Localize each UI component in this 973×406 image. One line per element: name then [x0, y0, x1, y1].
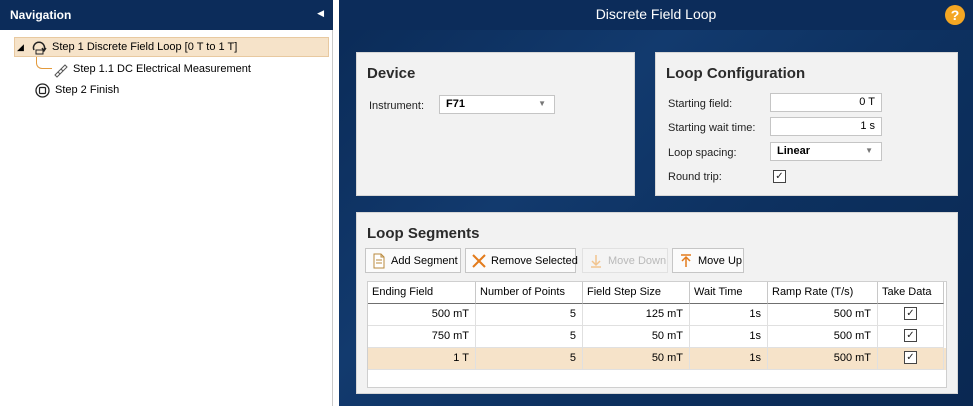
loop-segments-title: Loop Segments: [367, 225, 480, 242]
round-trip-checkbox[interactable]: ✓: [773, 170, 786, 183]
help-button[interactable]: ?: [945, 5, 965, 25]
navigation-header: Navigation ◀: [0, 0, 333, 30]
table-row-selected[interactable]: 1 T 5 50 mT 1s 500 mT ✓: [368, 348, 946, 370]
column-header-take-data[interactable]: Take Data: [878, 282, 944, 304]
tree-item-step2[interactable]: Step 2 Finish: [34, 80, 119, 100]
move-up-label: Move Up: [698, 254, 743, 267]
instrument-label: Instrument:: [369, 100, 425, 112]
tree-connector: [36, 55, 52, 69]
cell-ramp-rate[interactable]: 500 mT: [768, 304, 878, 326]
tree-item-label: Step 1 Discrete Field Loop [0 T to 1 T]: [52, 41, 238, 53]
round-trip-label: Round trip:: [668, 171, 722, 183]
arrow-down-icon: [588, 253, 604, 269]
starting-field-input[interactable]: 0 T: [770, 93, 882, 112]
move-down-label: Move Down: [608, 254, 667, 267]
instrument-select[interactable]: F71 ▼: [439, 95, 555, 114]
column-header-wait-time[interactable]: Wait Time: [690, 282, 768, 304]
loop-spacing-select[interactable]: Linear ▼: [770, 142, 882, 161]
loop-configuration-panel: Loop Configuration Starting field: 0 T S…: [655, 52, 958, 196]
navigation-title: Navigation: [10, 8, 72, 22]
move-up-button[interactable]: Move Up: [672, 248, 744, 273]
remove-selected-button[interactable]: Remove Selected: [465, 248, 578, 273]
column-header-ending-field[interactable]: Ending Field: [368, 282, 476, 304]
close-icon: [471, 253, 487, 269]
take-data-checkbox[interactable]: ✓: [904, 307, 917, 320]
cell-wait-time[interactable]: 1s: [690, 348, 768, 370]
chevron-down-icon: ▼: [538, 99, 546, 108]
page-title: Discrete Field Loop: [595, 6, 717, 22]
main-header: Discrete Field Loop ?: [339, 0, 973, 30]
cell-take-data: ✓: [878, 348, 944, 370]
move-down-button[interactable]: Move Down: [582, 248, 668, 273]
probe-icon: [52, 61, 69, 78]
tree-item-step1[interactable]: ◢ Step 1 Discrete Field Loop [0 T to 1 T…: [14, 37, 329, 57]
starting-wait-label: Starting wait time:: [668, 122, 756, 134]
add-segment-button[interactable]: Add Segment: [365, 248, 461, 273]
cell-field-step-size[interactable]: 50 mT: [583, 326, 690, 348]
cell-ramp-rate[interactable]: 500 mT: [768, 348, 878, 370]
device-panel: Device Instrument: F71 ▼: [356, 52, 635, 196]
finish-icon: [34, 82, 51, 99]
cell-ending-field[interactable]: 1 T: [368, 348, 476, 370]
chevron-down-icon: ▼: [865, 146, 873, 155]
add-segment-label: Add Segment: [391, 254, 458, 267]
table-row[interactable]: 500 mT 5 125 mT 1s 500 mT ✓: [368, 304, 946, 326]
starting-field-label: Starting field:: [668, 98, 733, 110]
tree-item-label: Step 1.1 DC Electrical Measurement: [73, 63, 251, 75]
take-data-checkbox[interactable]: ✓: [904, 351, 917, 364]
cell-wait-time[interactable]: 1s: [690, 326, 768, 348]
loop-spacing-label: Loop spacing:: [668, 147, 737, 159]
column-header-ramp-rate[interactable]: Ramp Rate (T/s): [768, 282, 878, 304]
cell-field-step-size[interactable]: 125 mT: [583, 304, 690, 326]
segments-table: Ending Field Number of Points Field Step…: [367, 281, 947, 388]
device-title: Device: [367, 65, 416, 82]
cell-number-of-points[interactable]: 5: [476, 304, 583, 326]
cell-wait-time[interactable]: 1s: [690, 304, 768, 326]
cell-number-of-points[interactable]: 5: [476, 326, 583, 348]
table-row[interactable]: 750 mT 5 50 mT 1s 500 mT ✓: [368, 326, 946, 348]
starting-wait-input[interactable]: 1 s: [770, 117, 882, 136]
main-area: Discrete Field Loop ? Device Instrument:…: [339, 0, 973, 406]
column-header-number-of-points[interactable]: Number of Points: [476, 282, 583, 304]
loop-segments-panel: Loop Segments Add Segment Remove Selecte…: [356, 212, 958, 394]
collapse-navigation-icon[interactable]: ◀: [317, 8, 324, 19]
loop-configuration-title: Loop Configuration: [666, 65, 806, 82]
cell-take-data: ✓: [878, 326, 944, 348]
cell-field-step-size[interactable]: 50 mT: [583, 348, 690, 370]
tree-item-label: Step 2 Finish: [55, 84, 120, 96]
loop-spacing-value: Linear: [777, 145, 811, 157]
cell-ramp-rate[interactable]: 500 mT: [768, 326, 878, 348]
cell-take-data: ✓: [878, 304, 944, 326]
cell-ending-field[interactable]: 750 mT: [368, 326, 476, 348]
cell-number-of-points[interactable]: 5: [476, 348, 583, 370]
take-data-checkbox[interactable]: ✓: [904, 329, 917, 342]
arrow-up-icon: [678, 253, 694, 269]
document-add-icon: [371, 253, 387, 269]
tree-item-step1-1[interactable]: Step 1.1 DC Electrical Measurement: [52, 59, 251, 79]
expand-toggle-icon[interactable]: ◢: [17, 42, 31, 53]
loop-icon: [31, 39, 48, 56]
column-header-field-step-size[interactable]: Field Step Size: [583, 282, 690, 304]
instrument-value: F71: [446, 98, 465, 110]
navigation-panel: Navigation ◀ ◢ Step 1 Discrete Field Loo…: [0, 0, 333, 406]
cell-ending-field[interactable]: 500 mT: [368, 304, 476, 326]
remove-selected-label: Remove Selected: [491, 254, 578, 267]
